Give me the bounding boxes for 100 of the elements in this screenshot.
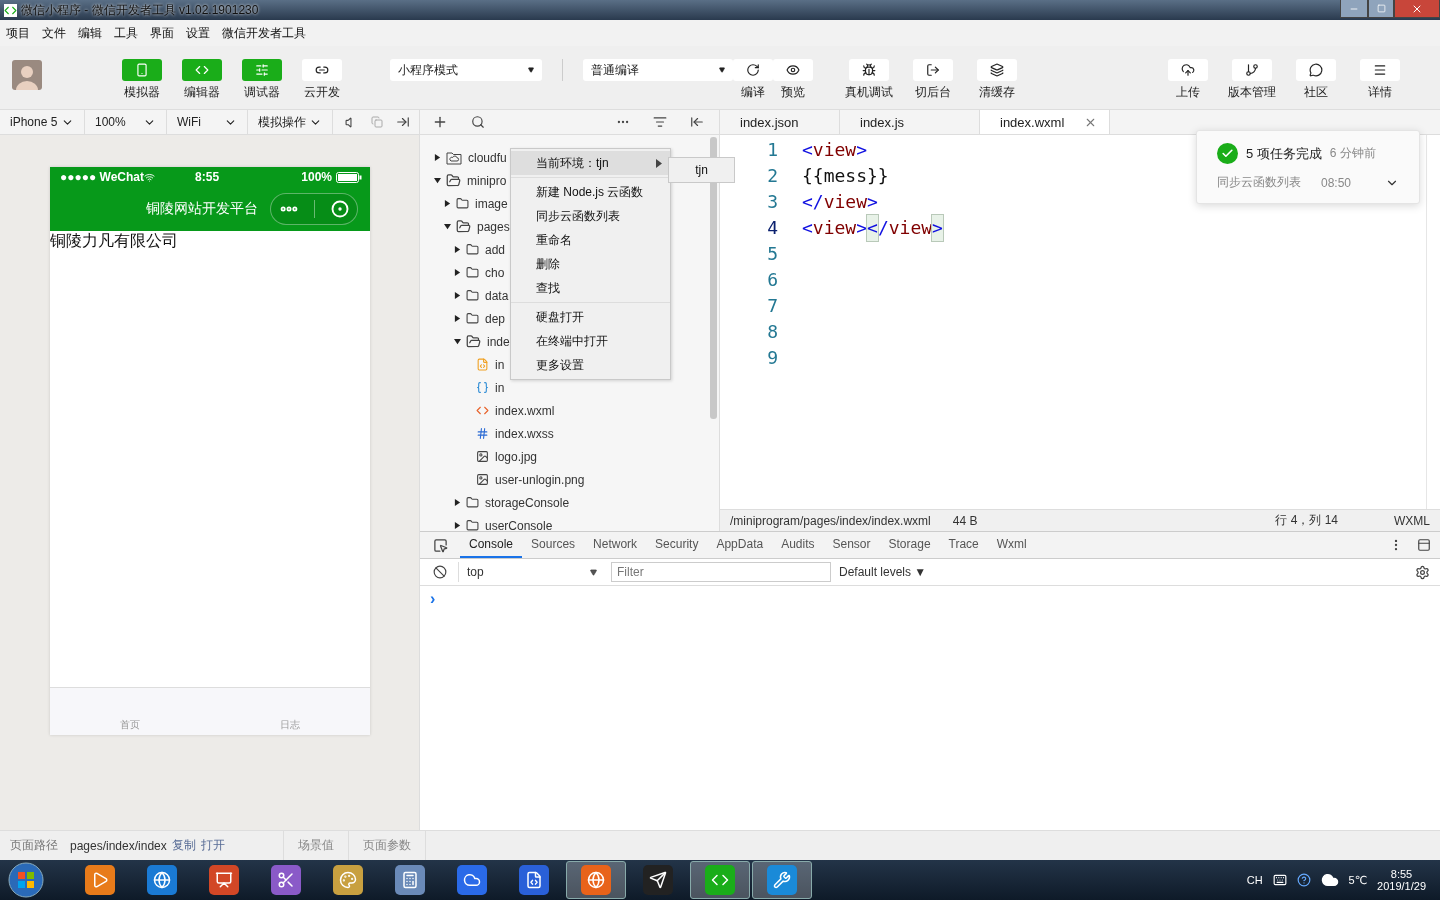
toolbar-button[interactable] (913, 59, 953, 81)
devtools-tab[interactable]: Storage (879, 532, 940, 558)
tree-item[interactable]: cloudfu (468, 150, 507, 165)
editor-tab[interactable]: index.json (720, 110, 840, 134)
battery-text: 100% (301, 170, 332, 184)
taskbar-app[interactable] (752, 861, 812, 899)
devtools-tab[interactable]: AppData (707, 532, 773, 558)
caret-icon[interactable] (433, 177, 441, 184)
menu-item[interactable]: 项目 (6, 24, 30, 42)
zoom-select[interactable]: 100% (85, 110, 167, 134)
menu-item[interactable]: 当前环境：tjn (511, 151, 670, 175)
toolbar-button[interactable] (1296, 59, 1336, 81)
menu-item[interactable]: 文件 (42, 24, 66, 42)
tree-item[interactable]: minipro (467, 173, 507, 188)
devtools-tab[interactable]: Trace (939, 532, 988, 558)
tree-item[interactable]: in (495, 357, 505, 372)
toolbar-button[interactable] (773, 59, 813, 81)
caret-icon[interactable] (453, 522, 461, 529)
menu-item[interactable]: tjn (669, 158, 734, 182)
devtools-tab[interactable]: Security (646, 532, 708, 558)
view-toggle-button[interactable] (122, 59, 162, 81)
tree-item[interactable]: data (485, 288, 509, 303)
caret-icon[interactable] (453, 269, 461, 276)
menu-item[interactable]: 硬盘打开 (511, 305, 670, 329)
tree-item[interactable]: cho (485, 265, 505, 280)
caret-icon[interactable] (453, 292, 461, 299)
devtools-tab[interactable]: Network (584, 532, 647, 558)
keyboard-icon[interactable] (1272, 873, 1287, 887)
context-select[interactable]: top (458, 562, 603, 582)
caret-icon[interactable] (443, 200, 451, 207)
tree-item[interactable]: index.wxss (495, 426, 554, 441)
menu-item[interactable]: 界面 (150, 24, 174, 42)
operation-select[interactable]: 模拟操作 (248, 110, 333, 134)
caret-icon[interactable] (443, 223, 451, 230)
toolbar-button[interactable] (1232, 59, 1272, 81)
compile-select[interactable]: 普通编译 (583, 59, 733, 81)
menu-item[interactable]: 新建 Node.js 云函数 (511, 180, 670, 204)
code-icon (476, 404, 489, 417)
menu-item[interactable]: 设置 (186, 24, 210, 42)
devtools-tab[interactable]: Sensor (823, 532, 880, 558)
scrollbar[interactable] (710, 137, 717, 419)
menu-item[interactable]: 重命名 (511, 228, 670, 252)
device-select[interactable]: iPhone 5 (0, 110, 85, 134)
tree-item[interactable]: pages (477, 219, 510, 234)
caret-icon[interactable] (453, 246, 461, 253)
mode-select[interactable]: 小程序模式 (390, 59, 542, 81)
toolbar-button[interactable] (1168, 59, 1208, 81)
tree-item[interactable]: storageConsole (485, 495, 570, 510)
menu-item[interactable]: 在终端中打开 (511, 329, 670, 353)
cloud-icon[interactable] (1320, 871, 1339, 889)
menu-item[interactable]: 编辑 (78, 24, 102, 42)
caret-icon[interactable] (453, 499, 461, 506)
help-icon[interactable] (1296, 873, 1311, 887)
taskbar-app[interactable] (566, 861, 626, 899)
tree-item[interactable]: logo.jpg (495, 449, 538, 464)
language-indicator[interactable]: CH (1246, 874, 1263, 886)
filter-field[interactable]: Filter (611, 562, 831, 582)
menu-item[interactable]: 微信开发者工具 (222, 24, 306, 42)
levels-select[interactable]: Default levels ▼ (839, 565, 927, 579)
view-toggle-button[interactable] (302, 59, 342, 81)
devtools-tab[interactable]: Audits (772, 532, 824, 558)
tree-item[interactable]: dep (485, 311, 506, 326)
tree-item[interactable]: userConsole (485, 518, 553, 533)
menu-item[interactable]: 工具 (114, 24, 138, 42)
folder-icon (456, 197, 469, 210)
capsule-control[interactable] (270, 193, 358, 225)
status-link[interactable]: 打开 (200, 837, 225, 854)
devtools-tab[interactable]: Sources (522, 532, 585, 558)
menu-item[interactable]: 删除 (511, 252, 670, 276)
menu-item[interactable]: 查找 (511, 276, 670, 300)
start-button[interactable] (6, 860, 46, 900)
bug-icon (862, 63, 876, 77)
caret-icon[interactable] (453, 315, 461, 322)
toolbar-button[interactable] (1360, 59, 1400, 81)
devtools-tab[interactable]: Console (460, 532, 523, 558)
tree-item[interactable]: in (495, 380, 505, 395)
page-path: pages/index/index (70, 838, 167, 853)
tree-item[interactable]: add (485, 242, 506, 257)
menu-item[interactable]: 更多设置 (511, 353, 670, 377)
editor-tab[interactable]: index.wxml (980, 110, 1110, 134)
refresh-icon (746, 63, 760, 77)
page-title: 铜陵网站开发平台 (146, 200, 258, 218)
chat-icon (1309, 63, 1323, 77)
tree-item[interactable]: index.wxml (495, 403, 555, 418)
menu-item[interactable]: 同步云函数列表 (511, 204, 670, 228)
view-toggle-button[interactable] (182, 59, 222, 81)
caret-icon[interactable] (433, 154, 441, 161)
tree-item[interactable]: inde (487, 334, 510, 349)
maximize-button[interactable] (1368, 0, 1394, 18)
tree-item[interactable]: image (475, 196, 508, 211)
toolbar-button[interactable] (977, 59, 1017, 81)
network-select[interactable]: WiFi (167, 110, 248, 134)
caret-icon[interactable] (453, 338, 461, 345)
scissors-icon (277, 871, 295, 889)
tree-item[interactable]: user-unlogin.png (495, 472, 585, 487)
view-toggle-button[interactable] (242, 59, 282, 81)
devtools-tab[interactable]: Wxml (987, 532, 1036, 558)
toolbar-button[interactable] (849, 59, 889, 81)
minimize-button[interactable] (1340, 0, 1368, 18)
status-link[interactable]: 复制 (171, 837, 196, 854)
